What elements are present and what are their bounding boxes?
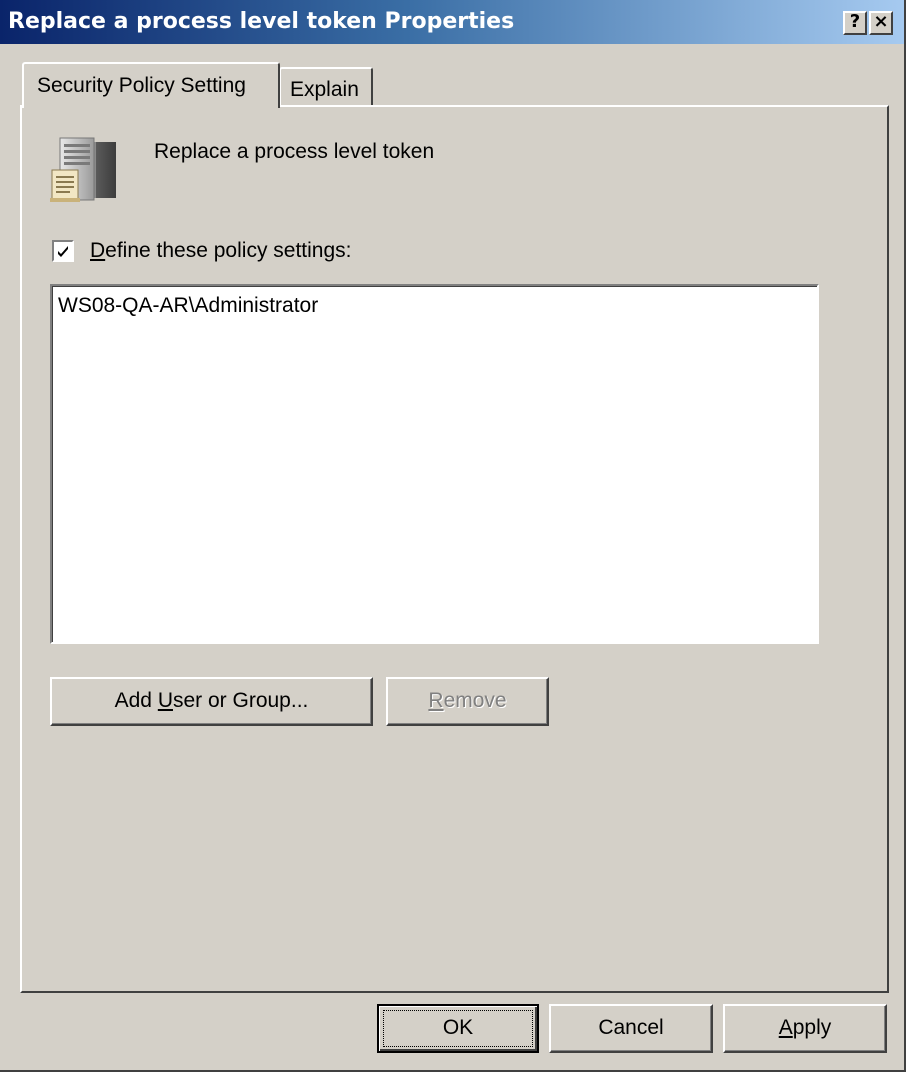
tab-joint	[24, 104, 278, 108]
focus-rect	[383, 1010, 533, 1047]
help-button[interactable]: ?	[843, 11, 867, 35]
window-title: Replace a process level token Properties	[8, 9, 515, 34]
properties-dialog: Replace a process level token Properties…	[0, 0, 906, 1072]
apply-button[interactable]: Apply	[723, 1004, 887, 1053]
tab-security-policy-setting[interactable]: Security Policy Setting	[22, 62, 280, 108]
cancel-button[interactable]: Cancel	[549, 1004, 713, 1053]
tab-explain-label: Explain	[290, 78, 359, 101]
tab-explain[interactable]: Explain	[279, 67, 373, 107]
tab-security-policy-setting-label: Security Policy Setting	[37, 74, 246, 97]
title-bar[interactable]: Replace a process level token Properties…	[0, 0, 904, 44]
close-button[interactable]: ×	[869, 11, 893, 35]
apply-button-accel: A	[778, 1016, 793, 1039]
cancel-button-label: Cancel	[598, 1016, 664, 1039]
apply-button-rest: pply	[792, 1016, 832, 1039]
ok-button[interactable]: OK	[377, 1004, 539, 1053]
tab-panel	[20, 105, 889, 993]
